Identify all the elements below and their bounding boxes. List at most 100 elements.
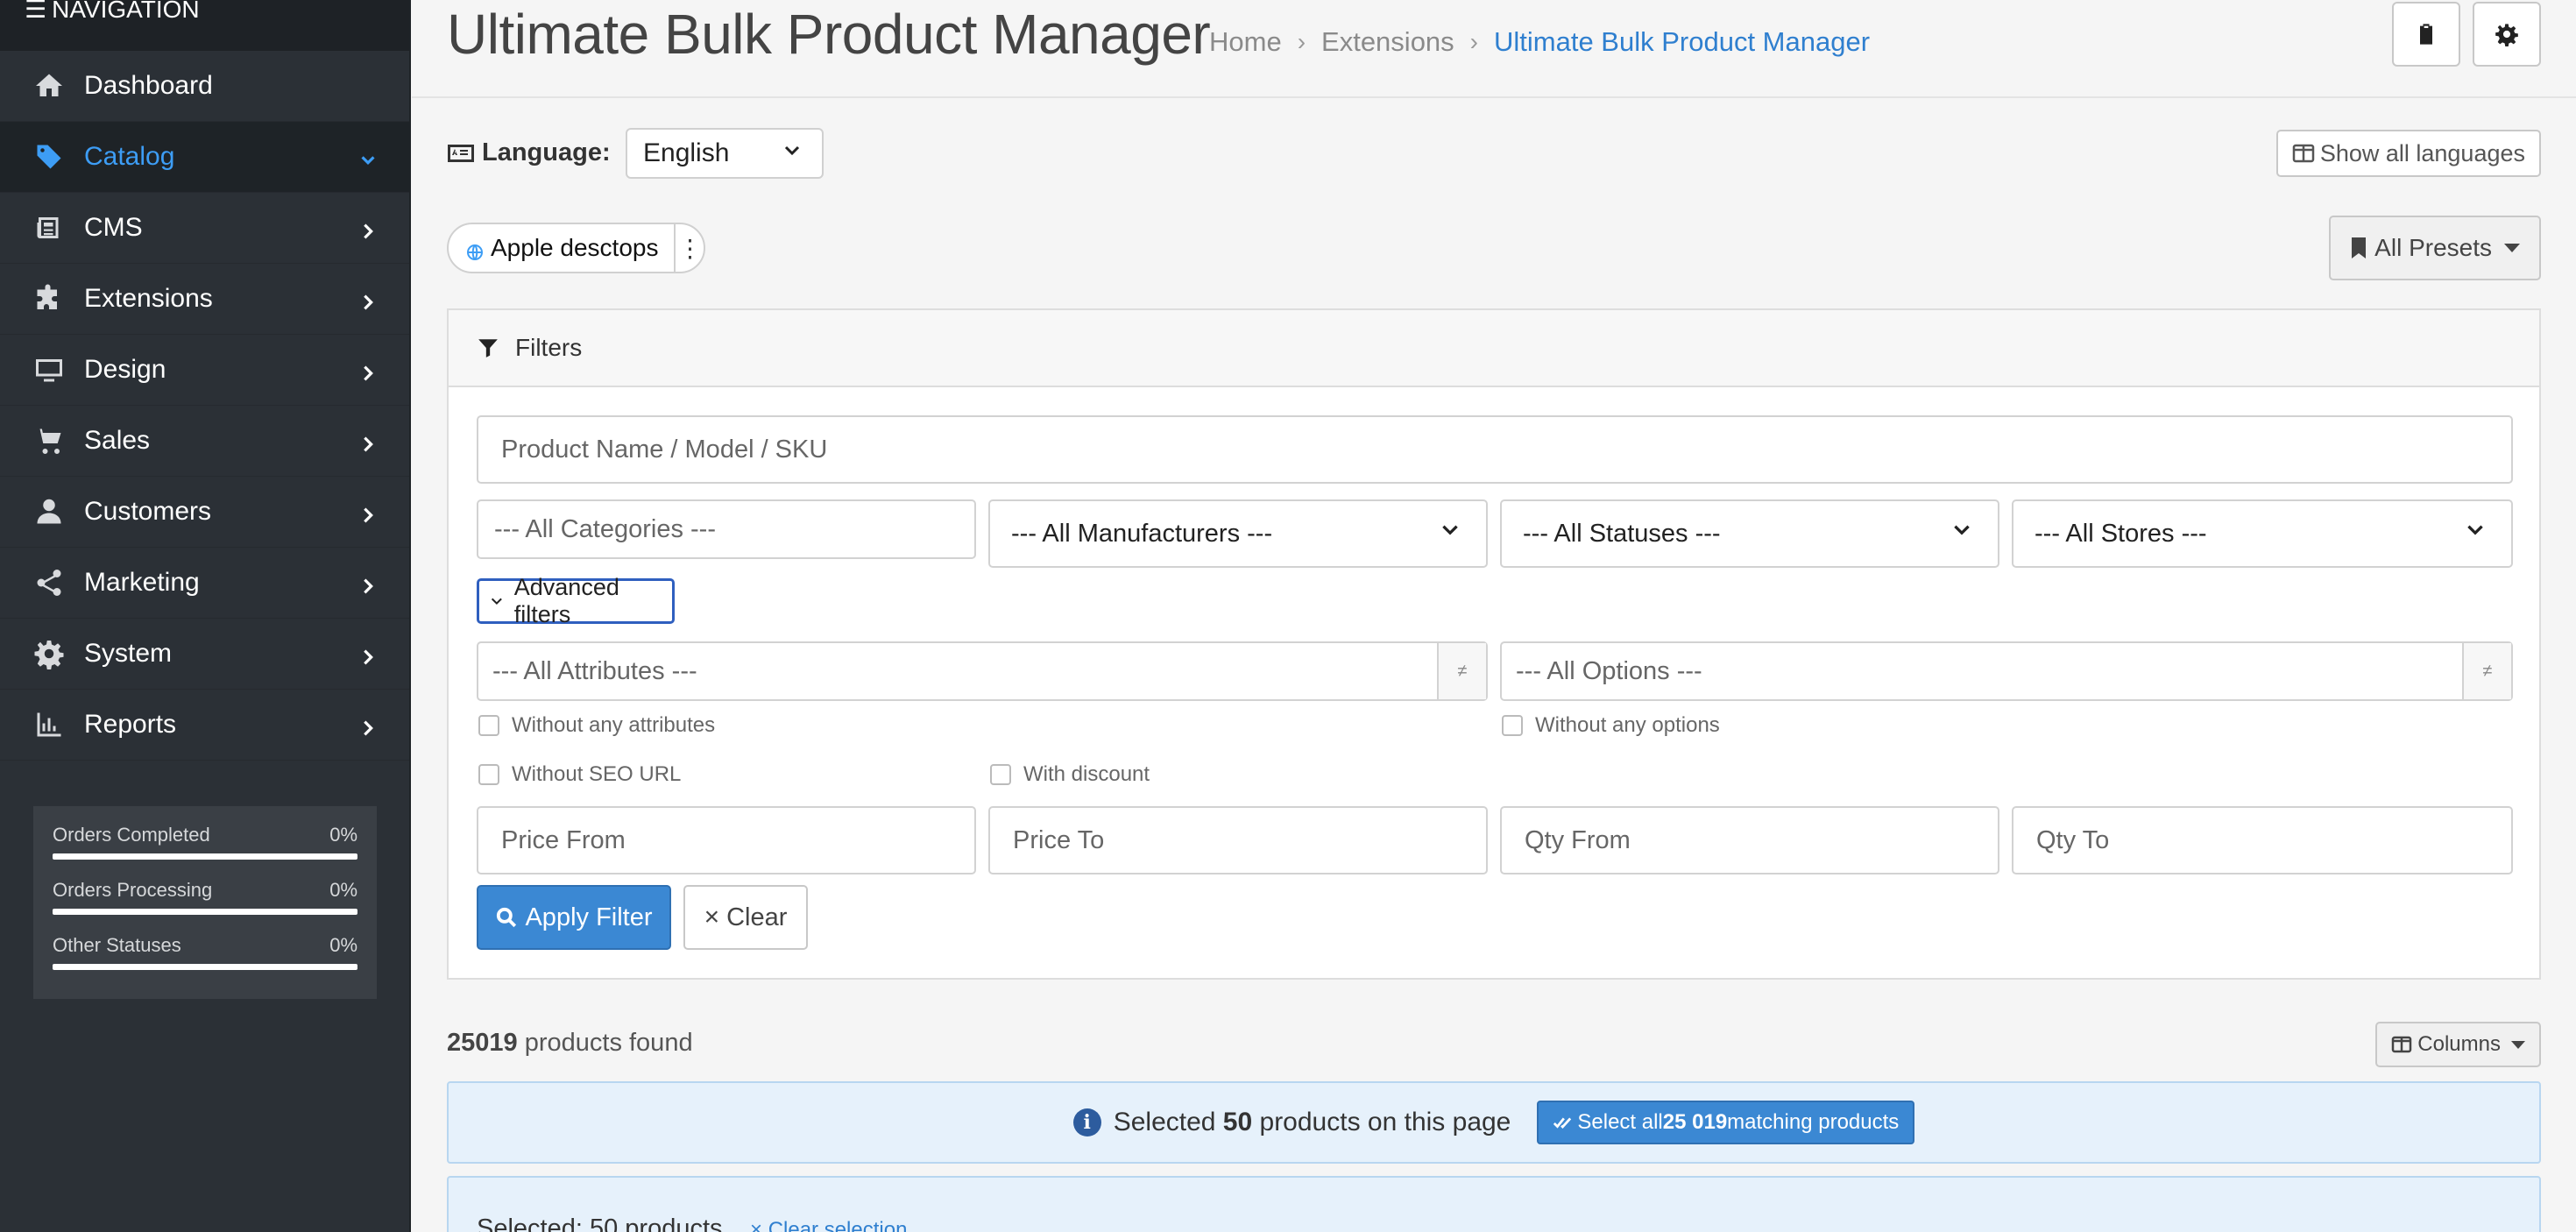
user-icon [32, 494, 67, 529]
without-seo-url-label: Without SEO URL [512, 762, 682, 786]
language-label: Language: [447, 138, 611, 167]
caret-down-icon [2511, 1040, 2525, 1049]
advanced-filters-toggle[interactable]: Advanced filters [477, 574, 675, 627]
sidebar-item-sales[interactable]: Sales [0, 406, 409, 477]
price-to-input[interactable]: Price To [988, 806, 1488, 874]
banner-prefix: Selected [1113, 1108, 1223, 1136]
sidebar-item-design[interactable]: Design [0, 335, 409, 406]
checkbox-box[interactable] [478, 715, 499, 736]
without-attributes-checkbox[interactable]: Without any attributes [478, 713, 715, 738]
sidebar-item-label: Catalog [84, 142, 175, 171]
clear-selection-link[interactable]: × Clear selection [750, 1218, 907, 1232]
checkbox-box[interactable] [1502, 715, 1523, 736]
page-header: Ultimate Bulk Product Manager Home › Ext… [412, 0, 2576, 98]
kebab-menu-icon[interactable]: ⋮ [674, 223, 704, 273]
options-input[interactable]: --- All Options --- ≠ [1500, 641, 2513, 701]
sidebar-item-cms[interactable]: CMS [0, 193, 409, 264]
qty-to-input[interactable]: Qty To [2012, 806, 2513, 874]
chevron-down-icon [2464, 519, 2487, 549]
chevron-down-icon [491, 598, 502, 605]
monitor-icon [32, 352, 67, 387]
nav-header-label: NAVIGATION [52, 0, 200, 23]
puzzle-icon [32, 281, 67, 316]
checkbox-box[interactable] [990, 764, 1011, 785]
sidebar-item-catalog[interactable]: Catalog [0, 122, 409, 193]
page-title: Ultimate Bulk Product Manager [447, 3, 1211, 66]
caret-down-icon [2504, 244, 2520, 252]
checkbox-box[interactable] [478, 764, 499, 785]
price-from-input[interactable]: Price From [477, 806, 976, 874]
nav-header[interactable]: ☰ NAVIGATION [0, 0, 409, 51]
breadcrumb-current[interactable]: Ultimate Bulk Product Manager [1494, 26, 1870, 58]
close-icon: × [704, 903, 720, 931]
filters-title: Filters [515, 334, 583, 361]
sidebar-item-label: Marketing [84, 568, 200, 597]
manufacturers-select[interactable]: --- All Manufacturers --- [988, 499, 1488, 568]
statuses-selected-value: --- All Statuses --- [1523, 519, 1721, 548]
breadcrumb-separator-icon: › [1297, 28, 1306, 55]
attributes-input[interactable]: --- All Attributes --- ≠ [477, 641, 1488, 701]
attributes-placeholder: --- All Attributes --- [492, 656, 697, 685]
sidebar-item-customers[interactable]: Customers [0, 477, 409, 548]
clear-filter-button[interactable]: × Clear [683, 885, 808, 950]
gear-icon [2495, 24, 2518, 46]
not-equal-toggle-icon[interactable]: ≠ [2462, 643, 2511, 699]
main-area: Ultimate Bulk Product Manager Home › Ext… [412, 0, 2576, 1232]
stat-label: Orders Processing [53, 879, 213, 901]
clear-filter-label: Clear [726, 903, 788, 931]
chevron-down-icon [1950, 519, 1973, 549]
qty-from-input[interactable]: Qty From [1500, 806, 1999, 874]
not-equal-toggle-icon[interactable]: ≠ [1437, 643, 1486, 699]
sidebar-item-label: Customers [84, 497, 212, 526]
menu-icon[interactable]: ☰ [25, 0, 46, 22]
stat-label: Other Statuses [53, 934, 181, 956]
preset-tag-label: Apple desctops [491, 234, 659, 261]
sidebar-item-label: Extensions [84, 284, 213, 313]
without-options-checkbox[interactable]: Without any options [1502, 713, 1720, 738]
categories-input[interactable]: --- All Categories --- [477, 499, 976, 559]
home-icon [32, 68, 67, 103]
without-seo-url-checkbox[interactable]: Without SEO URL [478, 762, 681, 787]
sidebar-item-label: Reports [84, 710, 177, 739]
clipboard-icon [2420, 24, 2432, 45]
stores-selected-value: --- All Stores --- [2035, 519, 2207, 548]
advanced-filters-label: Advanced filters [513, 574, 619, 627]
sidebar-item-label: System [84, 639, 173, 668]
statuses-select[interactable]: --- All Statuses --- [1500, 499, 1999, 568]
stat-progress-bar [53, 964, 357, 970]
preset-tag[interactable]: Apple desctops ⋮ [447, 223, 706, 273]
stat-value: 0% [329, 934, 357, 956]
stat-other-statuses: Other Statuses 0% [53, 934, 357, 970]
select-all-matching-button[interactable]: Select all 25 019 matching products [1537, 1101, 1915, 1144]
stat-value: 0% [329, 879, 357, 901]
with-discount-label: With discount [1023, 762, 1150, 786]
banner-suffix: products on this page [1252, 1108, 1511, 1136]
columns-icon [2392, 1036, 2412, 1053]
sidebar-item-dashboard[interactable]: Dashboard [0, 51, 409, 122]
show-all-languages-button[interactable]: Show all languages [2275, 130, 2541, 177]
breadcrumb-extensions[interactable]: Extensions [1321, 26, 1454, 58]
stores-select[interactable]: --- All Stores --- [2012, 499, 2513, 568]
select-all-prefix: Select all [1577, 1110, 1663, 1134]
settings-button[interactable] [2473, 2, 2541, 67]
price-to-placeholder: Price To [1013, 825, 1105, 854]
show-all-languages-label: Show all languages [2319, 139, 2525, 166]
sidebar-item-reports[interactable]: Reports [0, 690, 409, 761]
sidebar-item-system[interactable]: System [0, 619, 409, 690]
language-selected-value: English [643, 138, 730, 167]
all-presets-label: All Presets [2374, 234, 2492, 261]
chevron-right-icon [358, 431, 378, 452]
filters-header: Filters [449, 310, 2539, 387]
columns-button[interactable]: Columns [2375, 1022, 2541, 1067]
product-search-placeholder: Product Name / Model / SKU [501, 435, 828, 464]
clipboard-button[interactable] [2392, 2, 2460, 67]
apply-filter-button[interactable]: Apply Filter [477, 885, 671, 950]
language-select[interactable]: English [626, 128, 824, 179]
all-presets-button[interactable]: All Presets [2329, 216, 2541, 280]
sidebar-item-extensions[interactable]: Extensions [0, 264, 409, 335]
sidebar-item-marketing[interactable]: Marketing [0, 548, 409, 619]
product-search-input[interactable]: Product Name / Model / SKU [477, 415, 2513, 484]
stat-progress-bar [53, 909, 357, 915]
with-discount-checkbox[interactable]: With discount [990, 762, 1150, 787]
breadcrumb-home[interactable]: Home [1209, 26, 1282, 58]
